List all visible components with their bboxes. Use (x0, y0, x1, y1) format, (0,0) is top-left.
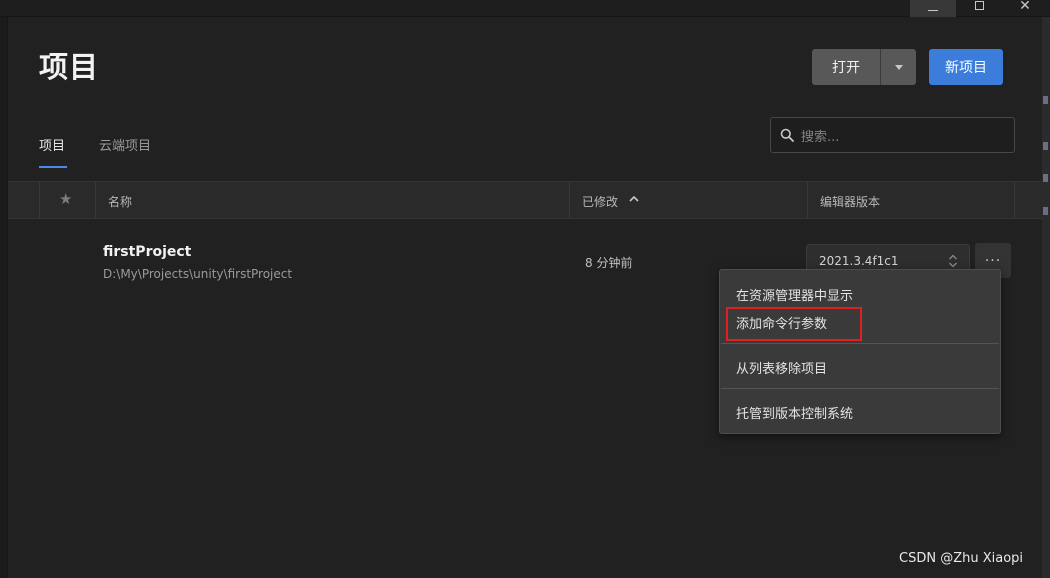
edge-mark (1043, 174, 1048, 182)
active-tab-indicator (39, 166, 67, 168)
minimize-icon (928, 10, 938, 11)
highlight-annotation (726, 307, 862, 341)
caret-down-icon (894, 64, 903, 70)
edge-mark (1043, 142, 1048, 150)
new-project-button[interactable]: 新项目 (929, 49, 1003, 85)
close-icon: ✕ (1019, 0, 1031, 14)
open-split-button: 打开 (812, 49, 916, 85)
maximize-icon (974, 1, 984, 10)
tab-projects[interactable]: 项目 (39, 135, 65, 154)
context-menu: 在资源管理器中显示 添加命令行参数 从列表移除项目 托管到版本控制系统 (719, 269, 1001, 434)
edge-mark (1043, 96, 1048, 104)
column-divider (807, 182, 808, 218)
left-window-edge (0, 0, 8, 578)
menu-item-remove-from-list[interactable]: 从列表移除项目 (736, 358, 827, 377)
title-bar: ✕ (0, 0, 1050, 17)
search-placeholder: 搜索... (801, 129, 840, 145)
menu-item-version-control[interactable]: 托管到版本控制系统 (736, 403, 853, 422)
up-down-chevron-icon (949, 254, 957, 268)
project-path: D:\My\Projects\unity\firstProject (103, 267, 293, 281)
column-divider (39, 182, 40, 218)
search-input[interactable]: 搜索... (770, 117, 1015, 153)
menu-separator (721, 388, 999, 389)
menu-separator (721, 343, 999, 344)
page-title: 项目 (39, 50, 100, 84)
search-icon (780, 128, 794, 142)
close-button[interactable]: ✕ (1002, 0, 1048, 17)
column-header-modified[interactable]: 已修改 (582, 193, 618, 210)
open-dropdown-button[interactable] (880, 49, 916, 85)
table-header: ★ 名称 已修改 编辑器版本 (8, 181, 1042, 219)
minimize-button[interactable] (910, 0, 956, 17)
column-divider (1014, 182, 1015, 218)
column-header-name[interactable]: 名称 (108, 193, 132, 210)
open-button[interactable]: 打开 (812, 49, 880, 85)
more-icon: ··· (984, 252, 1002, 269)
project-modified-time: 8 分钟前 (585, 256, 633, 270)
tab-cloud-projects[interactable]: 云端项目 (99, 135, 151, 154)
project-name: firstProject (103, 244, 192, 260)
editor-version-value: 2021.3.4f1c1 (819, 254, 899, 268)
right-window-edge (1042, 0, 1050, 578)
menu-item-show-in-explorer[interactable]: 在资源管理器中显示 (736, 285, 853, 304)
sort-ascending-icon[interactable] (629, 195, 639, 202)
edge-mark (1043, 207, 1048, 215)
maximize-button[interactable] (956, 0, 1002, 17)
column-divider (95, 182, 96, 218)
watermark: CSDN @Zhu Xiaopi (899, 551, 1024, 566)
star-column-icon[interactable]: ★ (59, 190, 72, 208)
column-divider (569, 182, 570, 218)
column-header-editor-version[interactable]: 编辑器版本 (820, 193, 880, 210)
